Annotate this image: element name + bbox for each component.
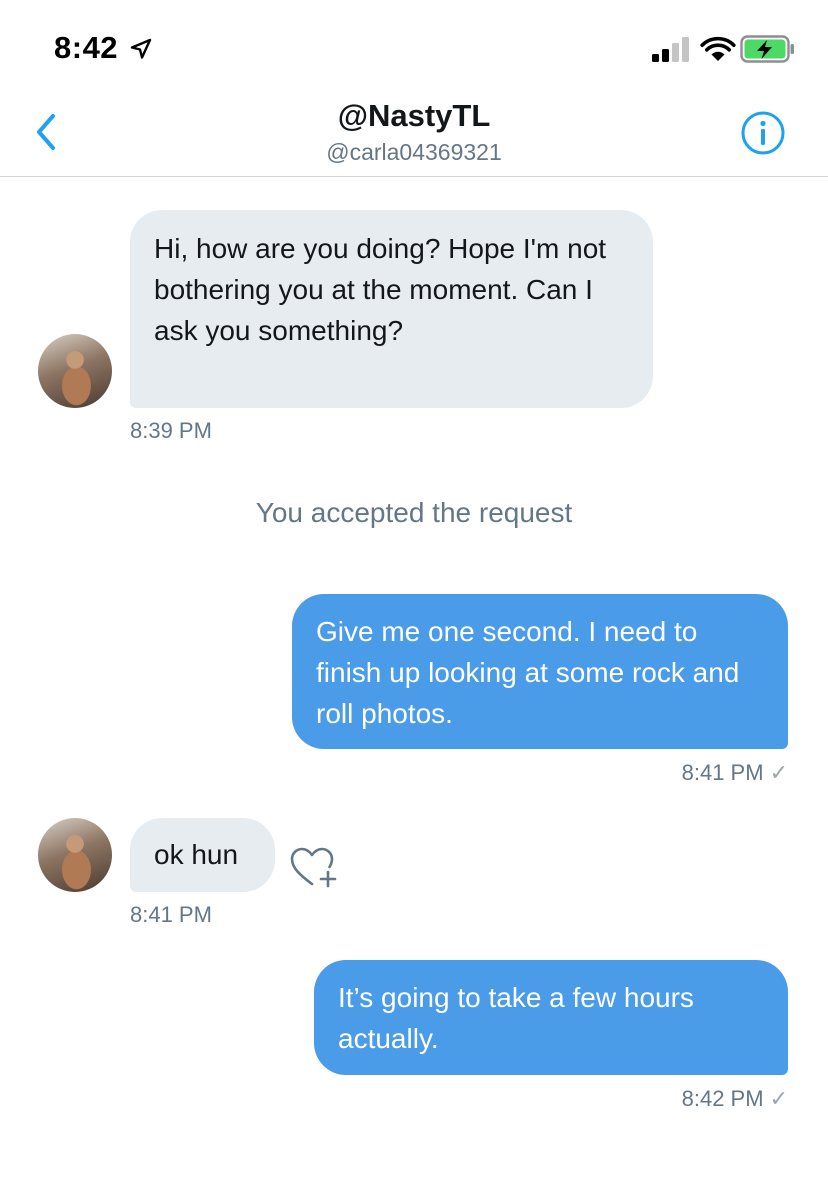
message-bubble-incoming[interactable]: ok hun — [130, 818, 275, 892]
avatar[interactable] — [38, 818, 112, 892]
request-accepted-notice: You accepted the request — [255, 497, 573, 528]
conversation-title[interactable]: @NastyTL — [0, 98, 828, 134]
avatar[interactable] — [38, 334, 112, 408]
wifi-icon — [700, 36, 736, 61]
signal-icon — [652, 37, 689, 62]
message-timestamp: 8:41 PM ✓ — [540, 760, 788, 786]
message-timestamp: 8:39 PM — [130, 418, 212, 443]
read-checkmark-icon: ✓ — [769, 1086, 788, 1111]
read-checkmark-icon: ✓ — [769, 760, 788, 785]
message-bubble-outgoing[interactable]: It’s going to take a few hours actually. — [314, 960, 788, 1075]
battery-charging-icon — [740, 35, 794, 63]
conversation-handle[interactable]: @carla04369321 — [0, 139, 828, 166]
message-bubble-outgoing[interactable]: Give me one second. I need to finish up … — [292, 594, 788, 749]
dm-conversation-screen: 8:42 @NastyTL @carla04369321 Hi, how are… — [0, 0, 828, 1191]
info-icon[interactable] — [740, 110, 786, 156]
location-arrow-icon — [130, 38, 152, 59]
message-bubble-incoming[interactable]: Hi, how are you doing? Hope I'm not both… — [130, 210, 653, 408]
conversation-header: @NastyTL @carla04369321 — [0, 88, 828, 177]
message-time: 8:41 PM — [681, 760, 764, 785]
message-timestamp: 8:42 PM ✓ — [540, 1086, 788, 1112]
heart-plus-icon[interactable] — [290, 846, 342, 890]
message-time: 8:42 PM — [681, 1086, 764, 1111]
status-bar: 8:42 — [0, 0, 828, 88]
message-timestamp: 8:41 PM — [130, 902, 212, 927]
status-time: 8:42 — [54, 30, 119, 65]
